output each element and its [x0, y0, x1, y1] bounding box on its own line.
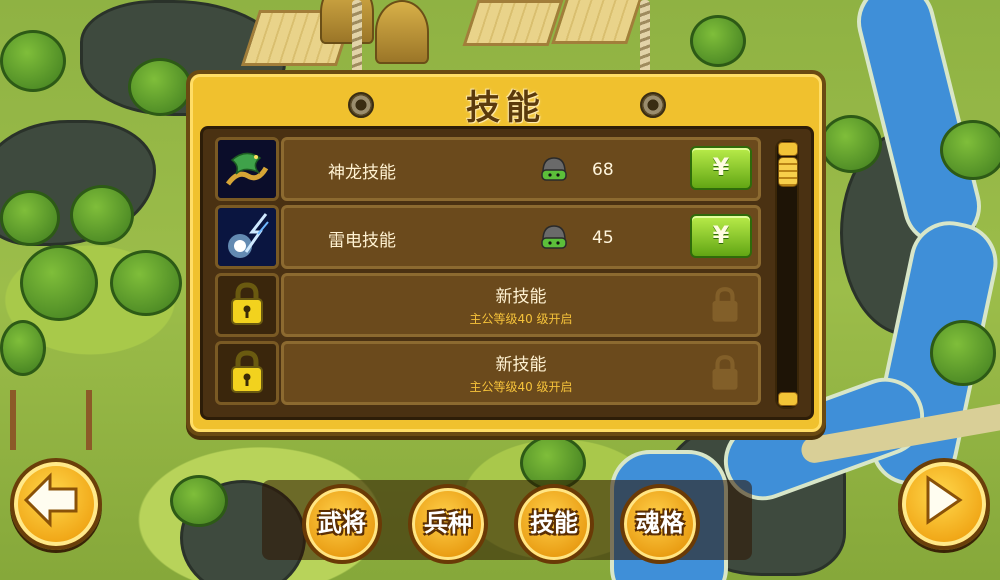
helmet-currency-icon	[541, 225, 567, 249]
tab-soul[interactable]: 魂格	[620, 484, 700, 564]
skill-row: 神龙技能 68 ¥	[215, 137, 761, 201]
skill-name: 神龙技能	[328, 163, 396, 183]
helmet-currency-icon	[541, 157, 567, 181]
skill-info: 雷电技能 45 ¥	[281, 205, 761, 269]
skill-cost: 68	[592, 160, 614, 180]
dragon-icon[interactable]	[215, 137, 279, 201]
locked-slot	[215, 273, 279, 337]
skill-cost: 45	[592, 228, 614, 248]
play-right-icon	[926, 475, 963, 525]
scroll-down-button[interactable]	[778, 392, 798, 406]
panel-title: 技能	[466, 88, 546, 128]
locked-skill-name: 新技能	[495, 287, 547, 307]
locked-slot	[215, 341, 279, 405]
padlock-icon	[231, 350, 263, 393]
unlock-requirement: 主公等级40 级开启	[469, 312, 573, 326]
skill-info: 神龙技能 68 ¥	[281, 137, 761, 201]
back-button[interactable]	[10, 458, 102, 550]
locked-skill-info: 新技能 主公等级40 级开启	[281, 273, 761, 337]
skill-name: 雷电技能	[328, 231, 396, 251]
scroll-up-button[interactable]	[778, 142, 798, 156]
padlock-faded-icon	[712, 287, 738, 322]
tab-skills[interactable]: 技能	[514, 484, 594, 564]
locked-skill-info: 新技能 主公等级40 级开启	[281, 341, 761, 405]
locked-skill-name: 新技能	[495, 355, 547, 375]
tab-troops[interactable]: 兵种	[408, 484, 488, 564]
skill-list[interactable]: 神龙技能 68 ¥ 雷电技能 45 ¥ 新技能 主公等级40 级开启 新技能 主…	[200, 126, 814, 420]
padlock-faded-icon	[712, 355, 738, 390]
scroll-thumb[interactable]	[778, 157, 798, 187]
skill-panel: 技能 神龙技能 68 ¥ 雷电技能 45 ¥ 新技能 主公等级40 级开启 新技…	[186, 70, 826, 436]
locked-skill-row: 新技能 主公等级40 级开启	[215, 273, 761, 337]
buy-button[interactable]: ¥	[690, 146, 752, 190]
buy-button[interactable]: ¥	[690, 214, 752, 258]
tab-generals[interactable]: 武将	[302, 484, 382, 564]
next-button[interactable]	[898, 458, 990, 550]
unlock-requirement: 主公等级40 级开启	[469, 380, 573, 394]
padlock-icon	[231, 282, 263, 325]
skill-row: 雷电技能 45 ¥	[215, 205, 761, 269]
arrow-left-icon	[23, 472, 78, 528]
lightning-icon[interactable]	[215, 205, 279, 269]
locked-skill-row: 新技能 主公等级40 级开启	[215, 341, 761, 405]
scrollbar[interactable]	[775, 139, 799, 409]
